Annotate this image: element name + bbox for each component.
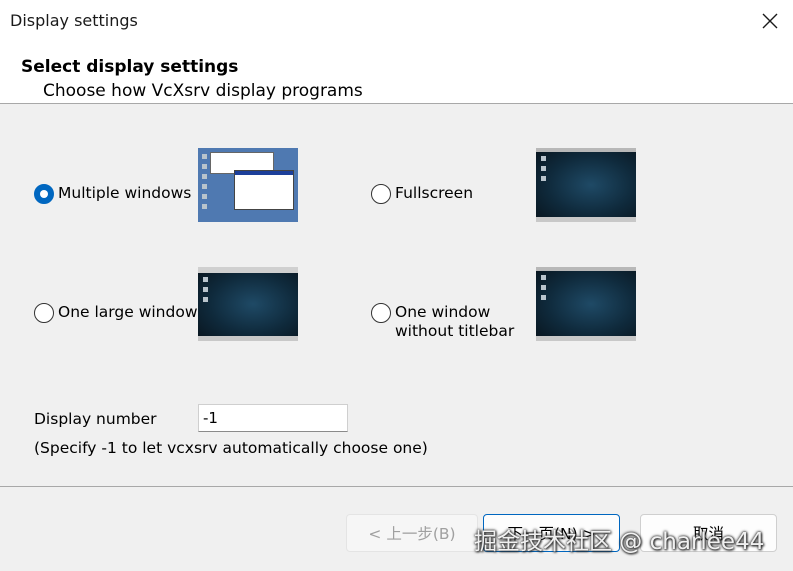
page-subtitle: Choose how VcXsrv display programs: [43, 81, 363, 101]
wizard-header: Select display settings Choose how VcXsr…: [0, 44, 793, 103]
header-divider: [0, 103, 793, 104]
option-multiple-windows[interactable]: Multiple windows: [34, 184, 191, 204]
display-number-input[interactable]: [198, 404, 348, 432]
radio-multiple-windows[interactable]: [34, 184, 54, 204]
thumbnail-one-large-window: [198, 267, 298, 341]
close-button[interactable]: [755, 6, 785, 36]
option-label: One large window: [58, 303, 198, 321]
cancel-button[interactable]: 取消: [640, 514, 777, 552]
option-fullscreen[interactable]: Fullscreen: [371, 184, 473, 204]
title-bar: Display settings: [0, 0, 793, 44]
display-settings-window: Display settings Select display settings…: [0, 0, 793, 571]
thumbnail-fullscreen: [536, 148, 636, 222]
back-button[interactable]: < 上一步(B): [346, 514, 478, 552]
close-icon: [762, 13, 778, 29]
radio-fullscreen[interactable]: [371, 184, 391, 204]
option-one-window-without-titlebar[interactable]: One window without titlebar: [371, 303, 514, 341]
thumbnail-one-window-without-titlebar: [536, 267, 636, 341]
thumbnail-multiple-windows: [198, 148, 298, 222]
option-one-large-window[interactable]: One large window: [34, 303, 198, 323]
radio-one-window-without-titlebar[interactable]: [371, 303, 391, 323]
next-button[interactable]: 下一页(N) >: [483, 514, 620, 552]
window-title: Display settings: [10, 11, 138, 30]
option-label: Multiple windows: [58, 184, 192, 202]
radio-one-large-window[interactable]: [34, 303, 54, 323]
page-title: Select display settings: [21, 57, 239, 77]
option-label: Fullscreen: [395, 184, 474, 202]
option-label: One window without titlebar: [395, 303, 515, 340]
display-number-label: Display number: [34, 410, 157, 428]
footer-divider: [0, 486, 793, 487]
display-number-hint: (Specify -1 to let vcxsrv automatically …: [34, 439, 428, 457]
